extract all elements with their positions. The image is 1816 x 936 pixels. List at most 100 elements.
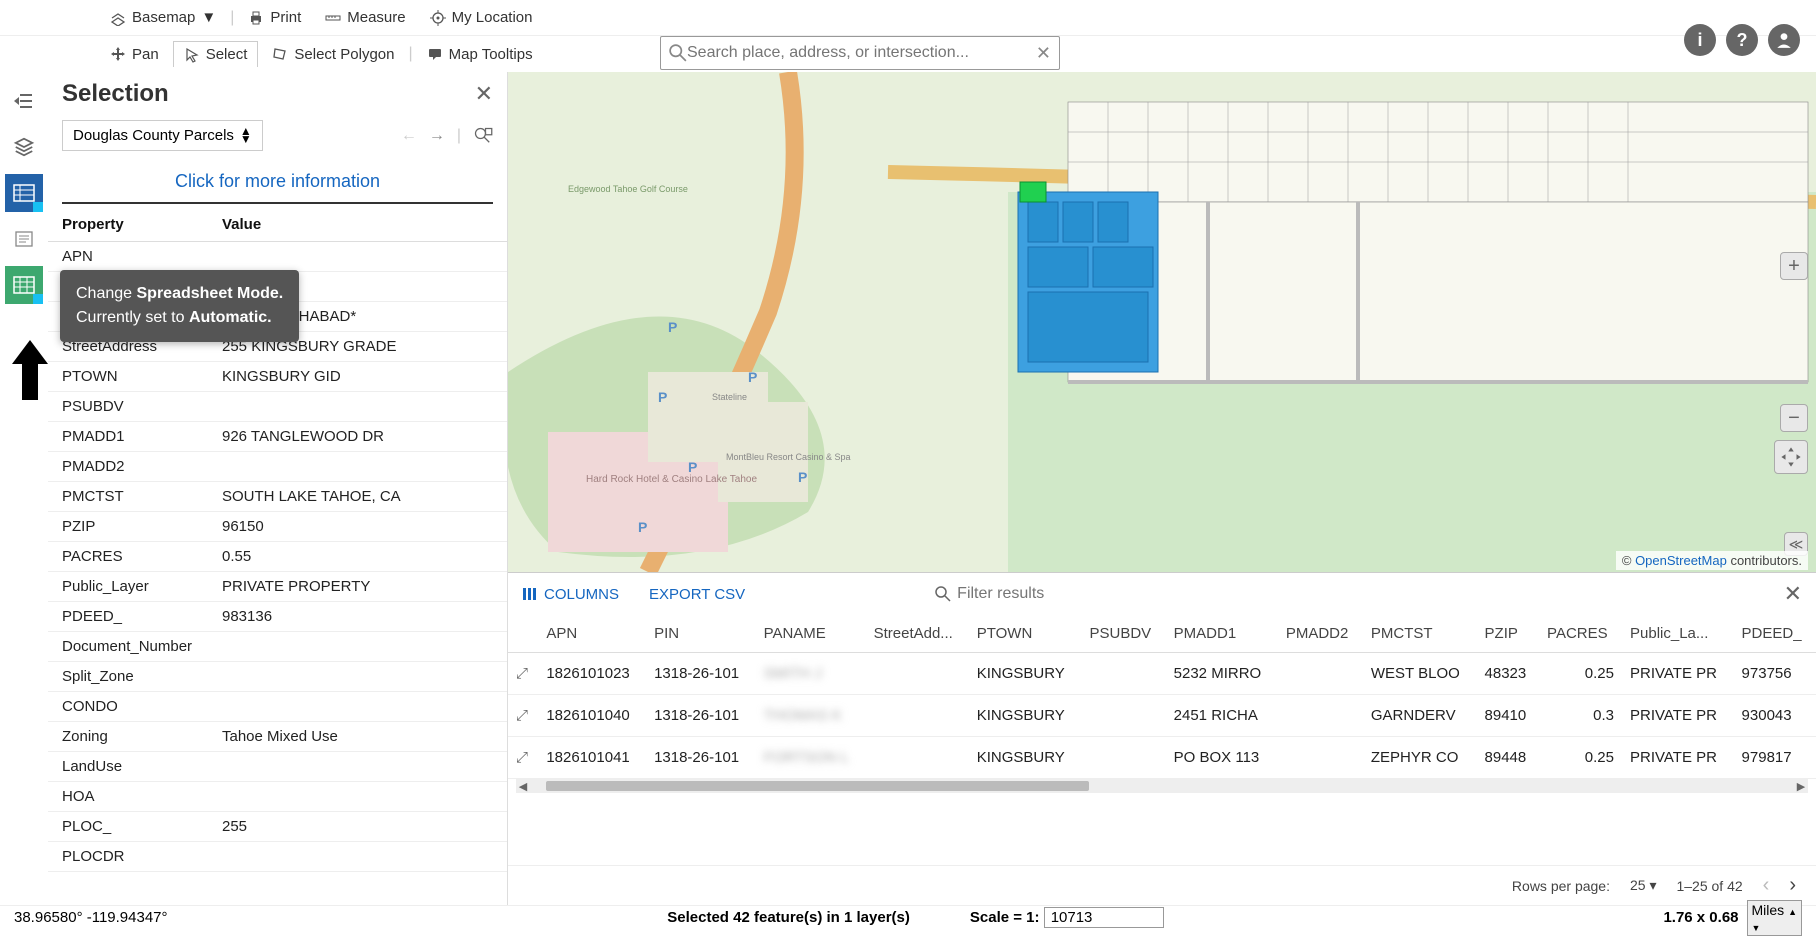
table-row[interactable]: ⤢18261010231318-26-101SMITH JKINGSBURY52… bbox=[508, 653, 1816, 695]
prop-name: APN bbox=[48, 242, 208, 272]
scroll-right-icon[interactable]: ▶ bbox=[1794, 779, 1808, 793]
main-toolbar: Basemap ▼ | Print Measure My Location bbox=[0, 0, 1816, 36]
basemap-button[interactable]: Basemap ▼ bbox=[100, 5, 226, 30]
zoom-to-icon[interactable] bbox=[473, 126, 493, 146]
map-attribution: © OpenStreetMap contributors. bbox=[1616, 551, 1808, 570]
grid-column-header[interactable]: StreetAdd... bbox=[866, 615, 969, 653]
next-page-button[interactable]: › bbox=[1789, 874, 1796, 897]
svg-text:P: P bbox=[688, 459, 697, 475]
select-polygon-button[interactable]: Select Polygon bbox=[262, 42, 404, 67]
page-range: 1–25 of 42 bbox=[1676, 878, 1742, 894]
results-grid-panel: COLUMNS EXPORT CSV ✕ APNPINPANAMEStreetA… bbox=[508, 572, 1816, 905]
select-button[interactable]: Select bbox=[173, 41, 259, 67]
grid-column-header[interactable]: PANAME bbox=[756, 615, 866, 653]
clear-search-icon[interactable]: ✕ bbox=[1036, 43, 1051, 64]
columns-button[interactable]: COLUMNS bbox=[522, 586, 619, 603]
grid-column-header[interactable]: Public_La... bbox=[1622, 615, 1734, 653]
prop-value bbox=[208, 782, 507, 812]
user-icon[interactable] bbox=[1768, 24, 1800, 56]
svg-text:Hard Rock Hotel & Casino Lake: Hard Rock Hotel & Casino Lake Tahoe bbox=[586, 474, 757, 485]
my-location-button[interactable]: My Location bbox=[420, 5, 543, 30]
open-link-icon[interactable]: ⤢ bbox=[516, 749, 528, 766]
table-row: LandUse bbox=[48, 752, 507, 782]
svg-text:MontBleu Resort Casino & Spa: MontBleu Resort Casino & Spa bbox=[726, 452, 851, 462]
grid-column-header[interactable]: PSUBDV bbox=[1082, 615, 1166, 653]
prop-name: Document_Number bbox=[48, 632, 208, 662]
prop-value bbox=[208, 842, 507, 872]
prop-name: PSUBDV bbox=[48, 392, 208, 422]
prev-feature-button[interactable]: ← bbox=[401, 127, 417, 145]
grid-column-header[interactable]: PMADD2 bbox=[1278, 615, 1363, 653]
layer-dropdown[interactable]: Douglas County Parcels ▲▼ bbox=[62, 120, 263, 151]
svg-text:P: P bbox=[638, 519, 647, 535]
open-link-icon[interactable]: ⤢ bbox=[516, 707, 528, 724]
grid-column-header[interactable]: PTOWN bbox=[969, 615, 1082, 653]
svg-text:P: P bbox=[668, 319, 677, 335]
scale-input[interactable] bbox=[1044, 907, 1164, 928]
expand-icon[interactable] bbox=[1774, 440, 1808, 474]
next-feature-button[interactable]: → bbox=[429, 127, 445, 145]
close-grid-icon[interactable]: ✕ bbox=[1784, 581, 1802, 607]
callout-arrow-icon bbox=[12, 340, 48, 400]
value-header: Value bbox=[208, 208, 507, 242]
help-icon[interactable]: ? bbox=[1726, 24, 1758, 56]
grid-column-header[interactable]: PACRES bbox=[1539, 615, 1622, 653]
rail-layers-icon[interactable] bbox=[5, 128, 43, 166]
pan-button[interactable]: Pan bbox=[100, 42, 169, 67]
grid-column-header[interactable]: PMADD1 bbox=[1166, 615, 1278, 653]
prev-page-button[interactable]: ‹ bbox=[1763, 874, 1770, 897]
close-panel-icon[interactable]: ✕ bbox=[475, 81, 493, 107]
grid-column-header[interactable]: PZIP bbox=[1477, 615, 1540, 653]
rows-per-page-select[interactable]: 25 ▾ bbox=[1630, 877, 1657, 894]
grid-column-header[interactable]: PDEED_ bbox=[1734, 615, 1816, 653]
scroll-left-icon[interactable]: ◀ bbox=[516, 779, 530, 793]
prop-value: 96150 bbox=[208, 512, 507, 542]
info-icon[interactable]: i bbox=[1684, 24, 1716, 56]
export-csv-button[interactable]: EXPORT CSV bbox=[649, 586, 745, 603]
search-input[interactable] bbox=[687, 44, 1036, 62]
selection-title: Selection bbox=[62, 80, 169, 108]
print-button[interactable]: Print bbox=[238, 5, 311, 30]
rail-spreadsheet-icon[interactable] bbox=[5, 266, 43, 304]
table-row: PLOCDR bbox=[48, 842, 507, 872]
prop-value bbox=[208, 752, 507, 782]
table-row: PSUBDV bbox=[48, 392, 507, 422]
table-row: PDEED_983136 bbox=[48, 602, 507, 632]
zoom-out-button[interactable]: − bbox=[1780, 404, 1808, 432]
coords-display: 38.96580° -119.94347° bbox=[14, 909, 168, 926]
grid-column-header[interactable] bbox=[508, 615, 538, 653]
prop-name: HOA bbox=[48, 782, 208, 812]
rail-menu-icon[interactable] bbox=[5, 82, 43, 120]
left-rail bbox=[0, 72, 48, 905]
table-row: APN bbox=[48, 242, 507, 272]
rail-table-icon[interactable] bbox=[5, 174, 43, 212]
rail-doc-icon[interactable] bbox=[5, 220, 43, 258]
table-row: Document_Number bbox=[48, 632, 507, 662]
open-link-icon[interactable]: ⤢ bbox=[516, 665, 528, 682]
table-row: HOA bbox=[48, 782, 507, 812]
unit-select[interactable]: Miles ▲▼ bbox=[1747, 900, 1802, 936]
zoom-in-button[interactable]: + bbox=[1780, 252, 1808, 280]
table-row[interactable]: ⤢18261010401318-26-101THOMAS KKINGSBURY2… bbox=[508, 695, 1816, 737]
more-info-link[interactable]: Click for more information bbox=[62, 161, 493, 204]
svg-text:Stateline: Stateline bbox=[712, 392, 747, 402]
grid-h-scrollbar[interactable]: ◀ ▶ bbox=[516, 779, 1808, 793]
grid-column-header[interactable]: PIN bbox=[646, 615, 756, 653]
prop-name: Split_Zone bbox=[48, 662, 208, 692]
grid-column-header[interactable]: APN bbox=[538, 615, 646, 653]
prop-name: CONDO bbox=[48, 692, 208, 722]
prop-value: PRIVATE PROPERTY bbox=[208, 572, 507, 602]
prop-name: PACRES bbox=[48, 542, 208, 572]
osm-link[interactable]: OpenStreetMap bbox=[1635, 553, 1727, 568]
map-canvas[interactable]: Kingsbury Grade NV 207 Hard Rock Hotel &… bbox=[508, 72, 1816, 572]
search-box[interactable]: ✕ bbox=[660, 36, 1060, 70]
filter-input[interactable] bbox=[957, 585, 1157, 603]
table-row[interactable]: ⤢18261010411318-26-101FORTSON LKINGSBURY… bbox=[508, 737, 1816, 779]
selection-panel: Selection ✕ Douglas County Parcels ▲▼ ← … bbox=[48, 72, 508, 905]
grid-column-header[interactable]: PMCTST bbox=[1363, 615, 1477, 653]
prop-value: 0.55 bbox=[208, 542, 507, 572]
measure-button[interactable]: Measure bbox=[315, 5, 415, 30]
table-row: Split_Zone bbox=[48, 662, 507, 692]
table-row: ZoningTahoe Mixed Use bbox=[48, 722, 507, 752]
map-tooltips-button[interactable]: Map Tooltips bbox=[417, 42, 543, 67]
